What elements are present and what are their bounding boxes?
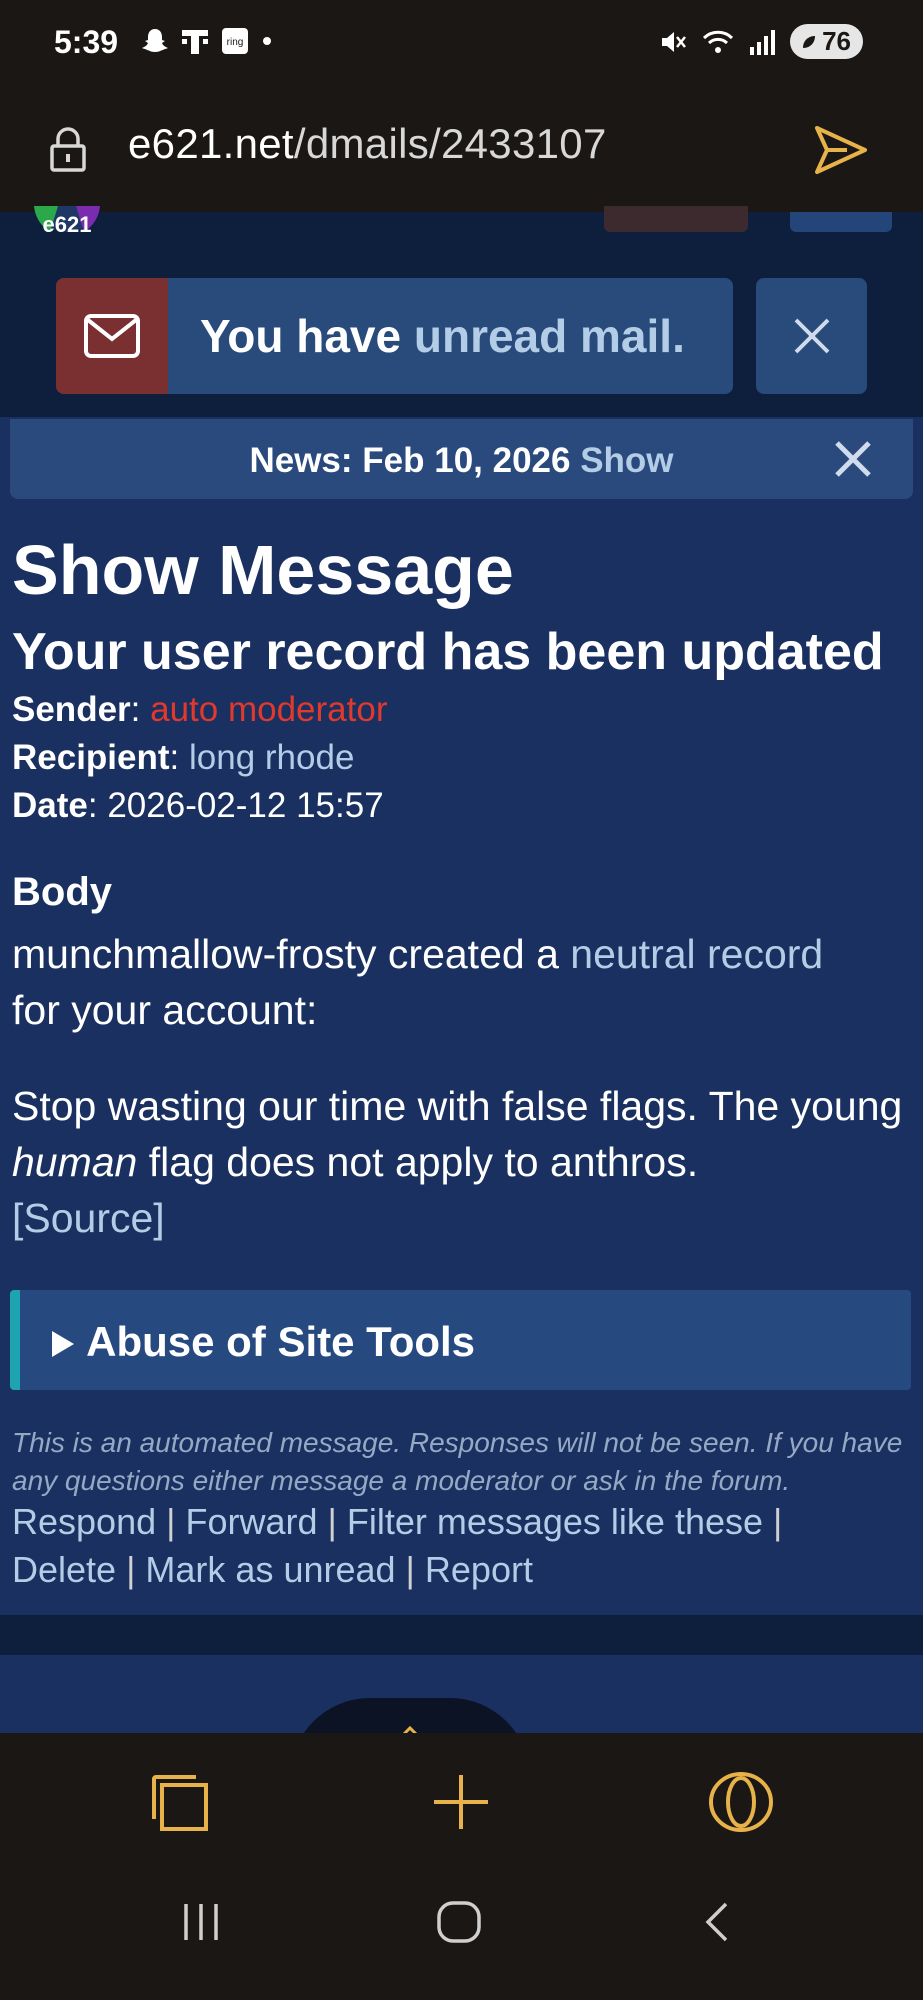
source-link[interactable]: [Source] (12, 1195, 165, 1241)
dot-icon (263, 37, 271, 45)
browser-url-bar: e621.net/dmails/2433107 (0, 90, 923, 212)
respond-link[interactable]: Respond (12, 1501, 156, 1542)
mute-icon (662, 31, 687, 52)
body-paragraph-2: Stop wasting our time with false flags. … (12, 1078, 917, 1246)
abuse-collapsible[interactable]: Abuse of Site Tools (10, 1290, 911, 1390)
separator: | (763, 1501, 783, 1542)
status-bar: 5:39 ring 76 (0, 0, 923, 90)
recipient-label: Recipient (12, 738, 170, 777)
body-line1-suffix: for your account: (12, 987, 318, 1033)
mail-icon (56, 278, 168, 394)
automated-message-notice: This is an automated message. Responses … (12, 1427, 903, 1496)
system-nav-bar (0, 1860, 923, 2000)
close-mail-notice-button[interactable] (756, 278, 867, 394)
svg-text:ring: ring (227, 37, 244, 48)
address-field[interactable]: e621.net/dmails/2433107 (128, 120, 607, 168)
tabs-icon[interactable] (148, 1771, 210, 1833)
close-icon (794, 318, 829, 354)
sender-link[interactable]: auto moderator (150, 690, 387, 729)
news-label: News: Feb 10, 2026 (249, 441, 571, 480)
date-label: Date (12, 786, 88, 825)
wifi-icon (703, 30, 734, 53)
abuse-collapsible-label: Abuse of Site Tools (50, 1318, 475, 1366)
site-logo[interactable]: e621 (30, 206, 104, 246)
sender-label: Sender (12, 690, 131, 729)
content-divider (0, 1615, 923, 1655)
recipient-link[interactable]: long rhode (189, 738, 354, 777)
separator: | (395, 1549, 425, 1590)
body-heading: Body (12, 870, 112, 914)
signal-icon (750, 29, 776, 55)
back-icon[interactable] (700, 1900, 734, 1944)
mark-unread-link[interactable]: Mark as unread (145, 1549, 395, 1590)
news-show-link[interactable]: Show (580, 441, 673, 480)
forward-link[interactable]: Forward (185, 1501, 317, 1542)
message-date: 2026-02-12 15:57 (107, 786, 384, 825)
report-link[interactable]: Report (425, 1549, 533, 1590)
battery-saver-icon (803, 35, 816, 48)
snapchat-icon (142, 29, 168, 52)
body-p2-b: flag does not apply to anthros. (137, 1139, 699, 1185)
notification-icons: ring (140, 26, 274, 56)
news-text: News: Feb 10, 2026 Show (10, 441, 913, 481)
header-menu-button[interactable] (790, 212, 892, 232)
body-paragraph-1: munchmallow-frosty created a neutral rec… (12, 926, 917, 1038)
send-icon[interactable] (811, 120, 871, 180)
body-line1-prefix: munchmallow-frosty created a (12, 931, 571, 977)
browser-bottom-bar (0, 1733, 923, 1860)
abuse-collapsible-text: Abuse of Site Tools (86, 1318, 476, 1365)
home-icon[interactable] (436, 1900, 482, 1944)
delete-link[interactable]: Delete (12, 1549, 116, 1590)
separator: | (156, 1501, 186, 1542)
neutral-record-link[interactable]: neutral record (570, 931, 823, 977)
news-banner: News: Feb 10, 2026 Show (10, 419, 913, 499)
unread-mail-link[interactable]: unread mail. (414, 310, 685, 362)
svg-text:e621: e621 (43, 212, 92, 237)
header-avatar-thumbnail[interactable] (604, 206, 748, 232)
sender-row: Sender: auto moderator (12, 690, 388, 729)
body-p2-italic: human (12, 1139, 138, 1185)
unread-mail-notice[interactable]: You have unread mail. (56, 278, 733, 394)
date-row: Date: 2026-02-12 15:57 (12, 786, 384, 825)
url-path: /dmails/2433107 (293, 120, 607, 167)
battery-level: 76 (822, 26, 851, 56)
separator: | (116, 1549, 146, 1590)
unread-mail-prefix: You have (200, 310, 414, 362)
battery-indicator: 76 (790, 24, 863, 59)
message-subject: Your user record has been updated (12, 623, 884, 681)
page-title: Show Message (12, 531, 514, 609)
message-actions: Respond | Forward | Filter messages like… (12, 1498, 917, 1594)
recipient-row: Recipient: long rhode (12, 738, 355, 777)
unread-mail-text: You have unread mail. (200, 309, 685, 363)
close-icon[interactable] (833, 439, 873, 479)
status-time: 5:39 (54, 24, 119, 60)
recent-apps-icon[interactable] (178, 1900, 224, 1944)
separator: | (317, 1501, 347, 1542)
url-host: e621.net (128, 120, 294, 167)
filter-link[interactable]: Filter messages like these (347, 1501, 763, 1542)
lock-icon[interactable] (48, 126, 88, 174)
system-icons: 76 (658, 24, 863, 59)
triangle-right-icon (52, 1331, 74, 1357)
tmobile-icon (182, 30, 208, 54)
body-p2-a: Stop wasting our time with false flags. … (12, 1083, 903, 1129)
opera-icon[interactable] (708, 1771, 774, 1833)
plus-icon[interactable] (430, 1771, 492, 1833)
ring-icon: ring (222, 28, 248, 54)
